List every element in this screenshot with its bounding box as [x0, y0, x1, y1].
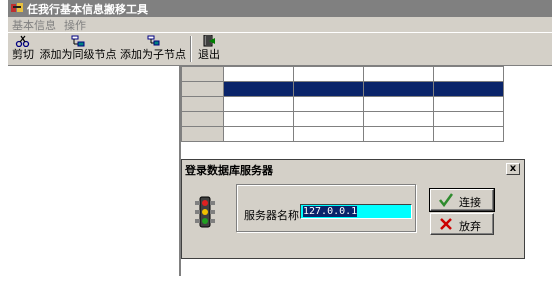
add-child-label: 添加为子节点 [120, 48, 186, 61]
cut-icon [15, 35, 30, 47]
cancel-x-icon [440, 218, 452, 230]
toolbar: 剪切 添加为同级节点 添加为子节点 退出 [8, 32, 552, 66]
grid-cell[interactable] [433, 81, 504, 97]
grid-cell[interactable] [363, 66, 434, 82]
grid-cell[interactable] [223, 96, 294, 112]
toolbar-separator [190, 36, 192, 62]
grid-cell[interactable] [433, 126, 504, 142]
grid-cell[interactable] [433, 66, 504, 82]
grid-row-header[interactable] [181, 81, 224, 97]
add-sibling-button[interactable]: 添加为同级节点 [38, 35, 118, 63]
grid-row-header[interactable] [181, 66, 224, 82]
add-sibling-label: 添加为同级节点 [39, 48, 117, 61]
grid-row[interactable] [181, 111, 504, 127]
connect-label: 连接 [459, 196, 481, 209]
server-name-label: 服务器名称 [244, 209, 299, 222]
grid-row[interactable] [181, 81, 504, 97]
cut-button[interactable]: 剪切 [10, 35, 36, 63]
add-sibling-icon [71, 35, 85, 47]
add-child-icon [147, 35, 160, 46]
cancel-label: 放弃 [459, 220, 481, 233]
grid-cell[interactable] [363, 96, 434, 112]
grid-cell[interactable] [363, 111, 434, 127]
grid-cell[interactable] [223, 66, 294, 82]
cancel-button[interactable]: 放弃 [430, 213, 494, 235]
grid-row[interactable] [181, 96, 504, 112]
grid-row[interactable] [181, 126, 504, 142]
grid-cell[interactable] [293, 81, 364, 97]
close-icon: x [509, 163, 517, 174]
grid-cell[interactable] [433, 96, 504, 112]
traffic-light-icon [195, 196, 215, 228]
cut-label: 剪切 [12, 48, 34, 61]
grid-cell[interactable] [293, 111, 364, 127]
window-title: 任我行基本信息搬移工具 [27, 3, 148, 16]
server-name-value: 127.0.0.1 [303, 206, 358, 217]
grid-cell[interactable] [293, 96, 364, 112]
title-bar: 任我行基本信息搬移工具 [8, 0, 552, 17]
grid-row-header[interactable] [181, 126, 224, 142]
menu-bar: 基本信息 操作 [8, 17, 552, 32]
grid-cell[interactable] [293, 126, 364, 142]
grid-row-header[interactable] [181, 111, 224, 127]
server-name-input[interactable]: 127.0.0.1 [300, 204, 412, 219]
grid-cell[interactable] [433, 111, 504, 127]
menu-operations[interactable]: 操作 [64, 17, 86, 33]
exit-button[interactable]: 退出 [196, 35, 222, 63]
exit-icon [203, 35, 215, 47]
grid-cell[interactable] [223, 81, 294, 97]
exit-label: 退出 [198, 48, 220, 61]
login-dialog: 登录数据库服务器 x 服务器名称 127.0.0.1 连接 放弃 [181, 159, 525, 259]
dialog-close-button[interactable]: x [506, 163, 520, 175]
app-icon [11, 3, 23, 12]
grid-row[interactable] [181, 66, 504, 82]
connect-button[interactable]: 连接 [429, 188, 495, 212]
tree-panel[interactable] [8, 66, 180, 276]
checkmark-icon [439, 193, 453, 207]
data-grid[interactable] [181, 66, 504, 142]
grid-cell[interactable] [363, 81, 434, 97]
grid-cell[interactable] [293, 66, 364, 82]
grid-cell[interactable] [223, 126, 294, 142]
app-window: 任我行基本信息搬移工具 基本信息 操作 剪切 添加为同级节点 添加为子节点 退出… [8, 0, 552, 276]
dialog-title: 登录数据库服务器 [185, 164, 273, 177]
grid-cell[interactable] [223, 111, 294, 127]
grid-row-header[interactable] [181, 96, 224, 112]
dialog-title-bar: 登录数据库服务器 x [183, 161, 523, 177]
grid-cell[interactable] [363, 126, 434, 142]
add-child-button[interactable]: 添加为子节点 [120, 35, 186, 63]
menu-basic-info[interactable]: 基本信息 [12, 17, 56, 33]
